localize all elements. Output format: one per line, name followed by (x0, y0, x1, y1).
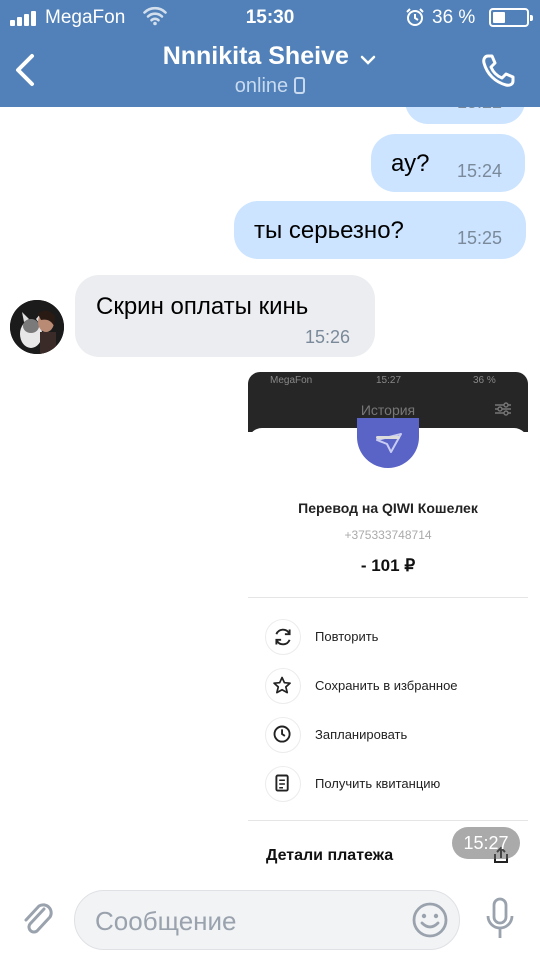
action-get-receipt: Получить квитанцию (265, 766, 525, 802)
emoji-icon[interactable] (410, 900, 450, 940)
chat-screen: MegaFon 15:30 36 % Nnnikita Sheive onlin… (0, 0, 540, 960)
contact-avatar[interactable] (10, 300, 64, 354)
avatar-image (10, 300, 64, 354)
message-input[interactable] (95, 901, 395, 941)
divider (248, 597, 528, 598)
alarm-icon (406, 8, 424, 26)
transfer-title: Перевод на QIWI Кошелек (298, 500, 478, 516)
filter-icon (495, 402, 511, 416)
screenshot-time: 15:27 (376, 375, 402, 386)
message-time: 15:24 (457, 161, 503, 181)
presence-label: online (234, 75, 289, 97)
action-label: Повторить (315, 629, 379, 644)
contact-title[interactable]: Nnnikita Sheive (0, 42, 540, 71)
receipt-icon (265, 766, 301, 802)
action-save-favorite: Сохранить в избранное (265, 668, 525, 704)
message-time: 15:25 (457, 228, 503, 248)
action-repeat: Повторить (265, 619, 525, 655)
message-bubble-incoming[interactable]: Скрин оплаты кинь 15:26 (75, 275, 375, 357)
screenshot-message-time: 15:27 (452, 827, 520, 859)
payment-sheet: Перевод на QIWI Кошелек +375333748714 - … (248, 418, 528, 882)
chat-header: MegaFon 15:30 36 % Nnnikita Sheive onlin… (0, 0, 540, 107)
status-bar: MegaFon 15:30 36 % (0, 0, 540, 36)
screenshot-attachment[interactable]: MegaFon 15:27 36 % История Перевод на QI… (248, 372, 528, 882)
action-label: Запланировать (315, 727, 408, 742)
screenshot-carrier: MegaFon (270, 375, 313, 386)
payment-details-heading: Детали платежа (266, 847, 394, 864)
action-schedule: Запланировать (265, 717, 525, 753)
attach-icon[interactable] (20, 897, 56, 941)
call-icon[interactable] (478, 50, 520, 90)
contact-name: Nnnikita Sheive (162, 42, 349, 70)
message-text: Скрин оплаты кинь (96, 293, 309, 320)
battery-percent: 36 % (432, 7, 476, 28)
battery-icon (489, 8, 533, 27)
transfer-phone: +375333748714 (344, 528, 432, 542)
message-text: ау? (391, 150, 430, 177)
screenshot-battery: 36 % (473, 375, 496, 386)
chevron-down-icon (361, 55, 376, 65)
mobile-phone-icon (294, 77, 306, 94)
transfer-amount: - 101 ₽ (360, 556, 416, 575)
divider (248, 820, 528, 821)
message-input-container[interactable] (74, 890, 460, 950)
message-time: 15:26 (305, 327, 351, 347)
presence-status: online (0, 75, 540, 98)
screenshot-title: История (360, 402, 416, 418)
clock-icon (265, 717, 301, 753)
repeat-icon (265, 619, 301, 655)
qiwi-logo-icon (357, 418, 419, 468)
message-bubble-outgoing[interactable]: ау? 15:24 (371, 134, 525, 192)
action-label: Получить квитанцию (315, 776, 441, 791)
sheet-grabber (376, 436, 400, 439)
message-bubble-outgoing[interactable]: ты серьезно? 15:25 (234, 201, 526, 259)
star-icon (265, 668, 301, 704)
microphone-icon[interactable] (484, 896, 516, 942)
message-text: ты серьезно? (254, 217, 404, 244)
action-label: Сохранить в избранное (315, 678, 458, 693)
